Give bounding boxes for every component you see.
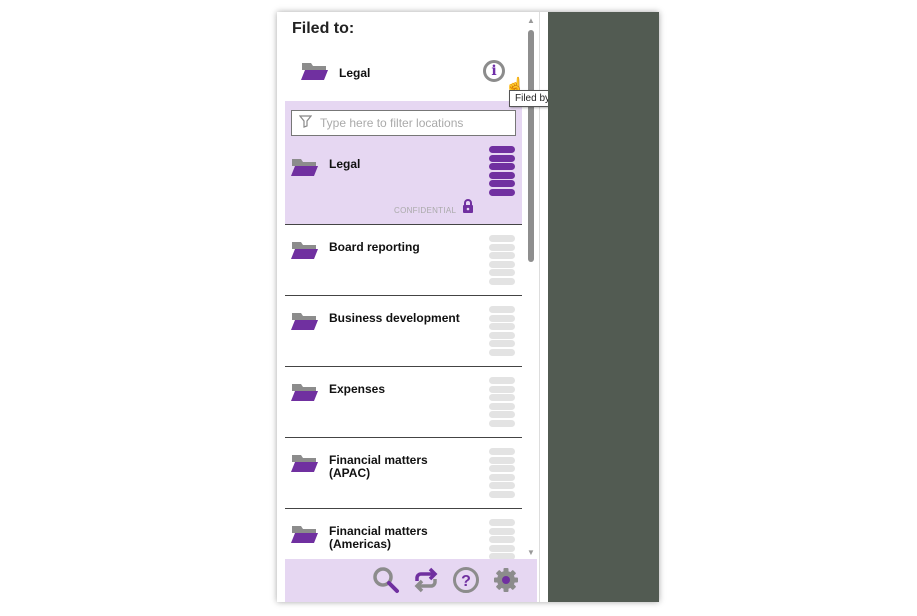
level-bar: [489, 536, 515, 543]
level-bar: [489, 465, 515, 472]
search-icon[interactable]: [371, 565, 401, 595]
filter-area: [285, 101, 522, 142]
sync-icon[interactable]: [411, 565, 441, 595]
svg-text:?: ?: [461, 573, 471, 590]
level-bar: [489, 544, 515, 552]
level-bar: [489, 163, 515, 170]
level-bar: [489, 171, 515, 179]
filed-location-name: Legal: [339, 66, 371, 80]
scroll-up-icon[interactable]: ▲: [527, 16, 535, 25]
level-bar: [489, 394, 515, 401]
location-item[interactable]: Financial matters (Americas): [285, 509, 522, 559]
folder-icon: [291, 311, 319, 336]
level-bar: [489, 419, 515, 427]
folder-icon: [291, 240, 319, 265]
level-bar: [489, 340, 515, 347]
level-bar: [489, 331, 515, 339]
level-bar: [489, 482, 515, 489]
location-item[interactable]: Business development: [285, 296, 522, 367]
level-bar: [489, 188, 515, 196]
security-level-indicator: [489, 377, 515, 428]
panel-title: Filed to:: [292, 20, 355, 37]
folder-icon: [291, 382, 319, 407]
lock-icon: [462, 199, 474, 218]
level-bar: [489, 473, 515, 481]
security-level-indicator: [489, 519, 515, 559]
level-bar: [489, 146, 515, 153]
level-bar: [489, 385, 515, 393]
level-bar: [489, 348, 515, 356]
help-icon[interactable]: ?: [451, 565, 481, 595]
location-name: Legal: [329, 157, 361, 171]
level-bar: [489, 377, 515, 384]
security-level-indicator: [489, 448, 515, 499]
info-icon[interactable]: i: [483, 60, 505, 82]
folder-icon: [301, 61, 329, 86]
level-bar: [489, 269, 515, 276]
level-bar: [489, 527, 515, 535]
level-bar: [489, 456, 515, 464]
location-name: Board reporting: [329, 240, 420, 254]
level-bar: [489, 323, 515, 330]
location-items: Legal CONFIDENTIAL Board reporting Business…: [285, 142, 522, 559]
level-bar: [489, 519, 515, 526]
location-item[interactable]: Financial matters (APAC): [285, 438, 522, 509]
filter-box[interactable]: [291, 110, 516, 136]
location-list: Legal CONFIDENTIAL Board reporting Business…: [285, 101, 522, 559]
location-item[interactable]: Legal CONFIDENTIAL: [285, 142, 522, 225]
folder-icon: [291, 157, 319, 182]
filed-location: Legal: [301, 62, 370, 84]
location-name: Financial matters (Americas): [329, 524, 428, 551]
classification-label: CONFIDENTIAL: [394, 206, 457, 215]
level-bar: [489, 252, 515, 259]
filter-icon: [292, 115, 318, 131]
location-item[interactable]: Board reporting: [285, 225, 522, 296]
level-bar: [489, 402, 515, 410]
security-level-indicator: [489, 146, 515, 197]
folder-icon: [291, 453, 319, 478]
location-name: Financial matters (APAC): [329, 453, 428, 480]
level-bar: [489, 243, 515, 251]
level-bar: [489, 490, 515, 498]
footer-toolbar: ?: [285, 559, 537, 602]
gear-icon[interactable]: [491, 565, 521, 595]
level-bar: [489, 411, 515, 418]
filter-input[interactable]: [318, 115, 502, 131]
security-level-indicator: [489, 235, 515, 286]
location-item[interactable]: Expenses: [285, 367, 522, 438]
level-bar: [489, 277, 515, 285]
tooltip: Filed by You on 2023-09-05: [509, 90, 548, 107]
addin-window: Filed to: Legal i ☝ Filed by You on 2023…: [277, 12, 659, 602]
level-bar: [489, 306, 515, 313]
level-bar: [489, 448, 515, 455]
level-bar: [489, 180, 515, 187]
filing-panel: Filed to: Legal i ☝ Filed by You on 2023…: [277, 12, 548, 602]
document-background: [548, 12, 659, 602]
level-bar: [489, 314, 515, 322]
location-name: Expenses: [329, 382, 386, 396]
scroll-thumb[interactable]: [528, 30, 534, 262]
scroll-down-icon[interactable]: ▼: [527, 548, 535, 557]
level-bar: [489, 260, 515, 268]
level-bar: [489, 154, 515, 162]
level-bar: [489, 235, 515, 242]
security-level-indicator: [489, 306, 515, 357]
folder-icon: [291, 524, 319, 549]
location-name: Business development: [329, 311, 460, 325]
